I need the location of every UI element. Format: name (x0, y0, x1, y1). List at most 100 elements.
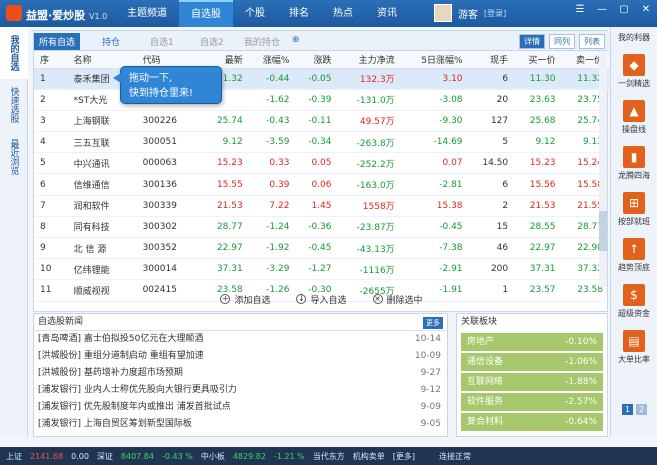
login-link[interactable]: [登录] (484, 8, 506, 19)
cell-name: 上海钢联 (67, 110, 137, 133)
sector-item[interactable]: 互联网络 -1.88% (461, 373, 603, 391)
col-d5[interactable]: 5日涨幅% (400, 51, 469, 69)
tool-item[interactable]: ↑ 趋势顶底 (611, 238, 657, 273)
news-more-button[interactable]: 更多 (423, 317, 443, 329)
cell-d5: -7.38 (400, 237, 469, 260)
nav-tab-theme[interactable]: 主题频道 (115, 0, 179, 27)
news-panel: 自选股新闻 更多 [青岛啤酒] 嘉士伯拟投50亿元在大理颠酒 10-14 [洪城股份… (33, 313, 448, 437)
sidebar-item-my-watchlist[interactable]: 我的自选 (0, 27, 28, 79)
tool-item[interactable]: $ 超级资金 (611, 284, 657, 319)
tool-item[interactable]: ◆ 一剑精选 (611, 54, 657, 89)
tab-my-holding[interactable]: 我的持仓 (244, 35, 280, 48)
scrollbar-thumb[interactable] (599, 211, 607, 251)
minimize-icon[interactable]: — (595, 4, 609, 15)
table-row[interactable]: 8 同有科技 300302 28.77 -1.24 -0.36 -23.87万 -0.45 15… (34, 216, 609, 239)
sidebar-item-quick-select[interactable]: 快速选股 (0, 79, 28, 131)
cell-flow: -1116万 (337, 258, 401, 281)
cell-last: 9.12 (203, 131, 249, 154)
column-view-button[interactable]: 同列 (549, 34, 575, 49)
cell-pct: -0.43 (248, 110, 296, 133)
cell-chg: -0.39 (295, 89, 338, 111)
page-2-button[interactable]: 2 (636, 404, 647, 415)
nav-tab-ranking[interactable]: 排名 (277, 0, 321, 27)
cell-code: 300302 (136, 216, 204, 239)
table-row[interactable]: 3 上海钢联 300226 25.74 -0.43 -0.11 49.57万 -9.30 127… (34, 110, 609, 133)
tool-label: 趋势顶底 (618, 263, 650, 272)
delete-selected-button[interactable]: × 删除选中 (372, 293, 423, 306)
tool-icon: ▲ (623, 100, 645, 122)
page-1-button[interactable]: 1 (622, 404, 633, 415)
sector-item[interactable]: 复合材料 -0.64% (461, 413, 603, 431)
table-row[interactable]: 10 亿纬锂能 300014 37.31 -3.29 -1.27 -1116万 -2.91 20… (34, 258, 609, 281)
sector-item[interactable]: 软件服务 -2.57% (461, 393, 603, 411)
col-pct[interactable]: 涨幅% (248, 51, 296, 69)
sector-name: 复合材料 (467, 417, 504, 427)
news-item[interactable]: [浦发银行] 优先股制度年内或推出 浦发首批试点 9-09 (34, 399, 447, 416)
table-row[interactable]: 6 信维通信 300136 15.55 0.39 0.06 -163.0万 -2.81 6 15.… (34, 173, 609, 196)
table-row[interactable]: 5 中兴通讯 000063 15.23 0.33 0.05 -252.2万 0.07 14.50… (34, 152, 609, 175)
tab-watch2[interactable]: 自选2 (200, 35, 224, 48)
tool-item[interactable]: ▲ 操盘线 (611, 100, 657, 135)
col-flow[interactable]: 主力净流 (337, 51, 401, 69)
tool-label: 一剑精选 (618, 79, 650, 88)
close-icon[interactable]: ✕ (639, 4, 653, 15)
sidebar-item-recent[interactable]: 最近浏览 (0, 131, 28, 183)
left-sidebar: 我的自选 快速选股 最近浏览 (0, 27, 28, 437)
news-item[interactable]: [浦发银行] 上海自贸区筹划新型国际板 9-05 (34, 416, 447, 433)
cell-last: 15.55 (203, 173, 249, 196)
tooltip-line2: 快到持仓里来! (129, 88, 194, 99)
cell-d5: -2.91 (400, 258, 469, 281)
news-text: [洪城股份] 重组分道制启动 重组有望加速 (38, 351, 204, 361)
cell-name: 中兴通讯 (67, 152, 137, 175)
tool-item[interactable]: ▮ 龙腾四海 (611, 146, 657, 181)
table-row[interactable]: 4 三五互联 300051 9.12 -3.59 -0.34 -263.8万 -14.69 5 9… (34, 131, 609, 154)
user-name: 游客 (458, 9, 478, 21)
add-tab-icon[interactable]: ⊕ (292, 35, 300, 45)
cell-vol: 6 (468, 68, 515, 90)
menu-icon[interactable]: ☰ (573, 4, 587, 15)
ticker-more[interactable]: [更多] (393, 451, 415, 462)
maximize-icon[interactable]: ▢ (617, 4, 631, 15)
col-bid[interactable]: 买一价 (514, 51, 562, 69)
nav-tab-news[interactable]: 资讯 (365, 0, 409, 27)
import-watchlist-button[interactable]: ↓ 导入自选 (296, 293, 347, 306)
news-text: [浦发银行] 优先股制度年内或推出 浦发首批试点 (38, 402, 231, 412)
tab-watch1[interactable]: 自选1 (150, 35, 174, 48)
user-area: 游客 [登录] (434, 4, 506, 22)
sector-item[interactable]: 房地产 -0.10% (461, 333, 603, 351)
sz-pct: -0.43 % (162, 451, 193, 461)
news-item[interactable]: [洪城股份] 重组分道制启动 重组有望加速 10-09 (34, 348, 447, 365)
sector-item[interactable]: 通信设备 -1.06% (461, 353, 603, 371)
table-row[interactable]: 9北 信 源 300352 22.97 -1.92 -0.45 -43.13万 -7.38 4… (34, 237, 609, 260)
news-text: [洪城股份] 基药增补力度超市场预期 (38, 368, 183, 378)
detail-view-button[interactable]: 详情 (519, 34, 545, 49)
sector-value: -0.64% (565, 417, 597, 427)
news-item[interactable]: [浦发银行] 业内人士称优先股向大银行更具吸引力 9-12 (34, 382, 447, 399)
ticker-stock[interactable]: 当代东方 (313, 451, 345, 462)
tab-holding[interactable]: 持仓 (102, 35, 120, 48)
tab-all-watchlist[interactable]: 所有自选 (34, 33, 81, 50)
tool-icon: ⊞ (623, 192, 645, 214)
table-row[interactable]: 7 润和软件 300339 21.53 7.22 1.45 1558万 15.38 2 21.53… (34, 195, 609, 217)
news-item[interactable]: [青岛啤酒] 嘉士伯拟投50亿元在大理颠酒 10-14 (34, 331, 447, 348)
cell-last: 15.23 (203, 152, 249, 175)
news-item[interactable]: [洪城股份] 基药增补力度超市场预期 9-27 (34, 365, 447, 382)
tool-item[interactable]: ▤ 大单比率 (611, 330, 657, 365)
col-vol[interactable]: 现手 (468, 51, 515, 69)
cell-vol: 2 (468, 195, 515, 217)
list-view-button[interactable]: 列表 (579, 34, 605, 49)
col-no[interactable]: 序 (34, 51, 68, 69)
drag-hint-tooltip: 拖动一下, 快到持仓里来! (113, 66, 222, 104)
col-chg[interactable]: 涨跌 (295, 51, 338, 69)
cell-name: 信维通信 (67, 173, 137, 196)
scrollbar[interactable] (599, 51, 607, 287)
nav-tab-watchlist[interactable]: 自选股 (179, 0, 233, 27)
tooltip-line1: 拖动一下, (129, 73, 173, 84)
add-watchlist-button[interactable]: + 添加自选 (220, 293, 270, 306)
sector-value: -1.88% (565, 377, 597, 387)
nav-tab-stock[interactable]: 个股 (233, 0, 277, 27)
cell-last: 37.31 (203, 258, 249, 281)
avatar[interactable] (434, 4, 452, 22)
tool-item[interactable]: ⊞ 按部就班 (611, 192, 657, 227)
nav-tab-hot[interactable]: 热点 (321, 0, 365, 27)
